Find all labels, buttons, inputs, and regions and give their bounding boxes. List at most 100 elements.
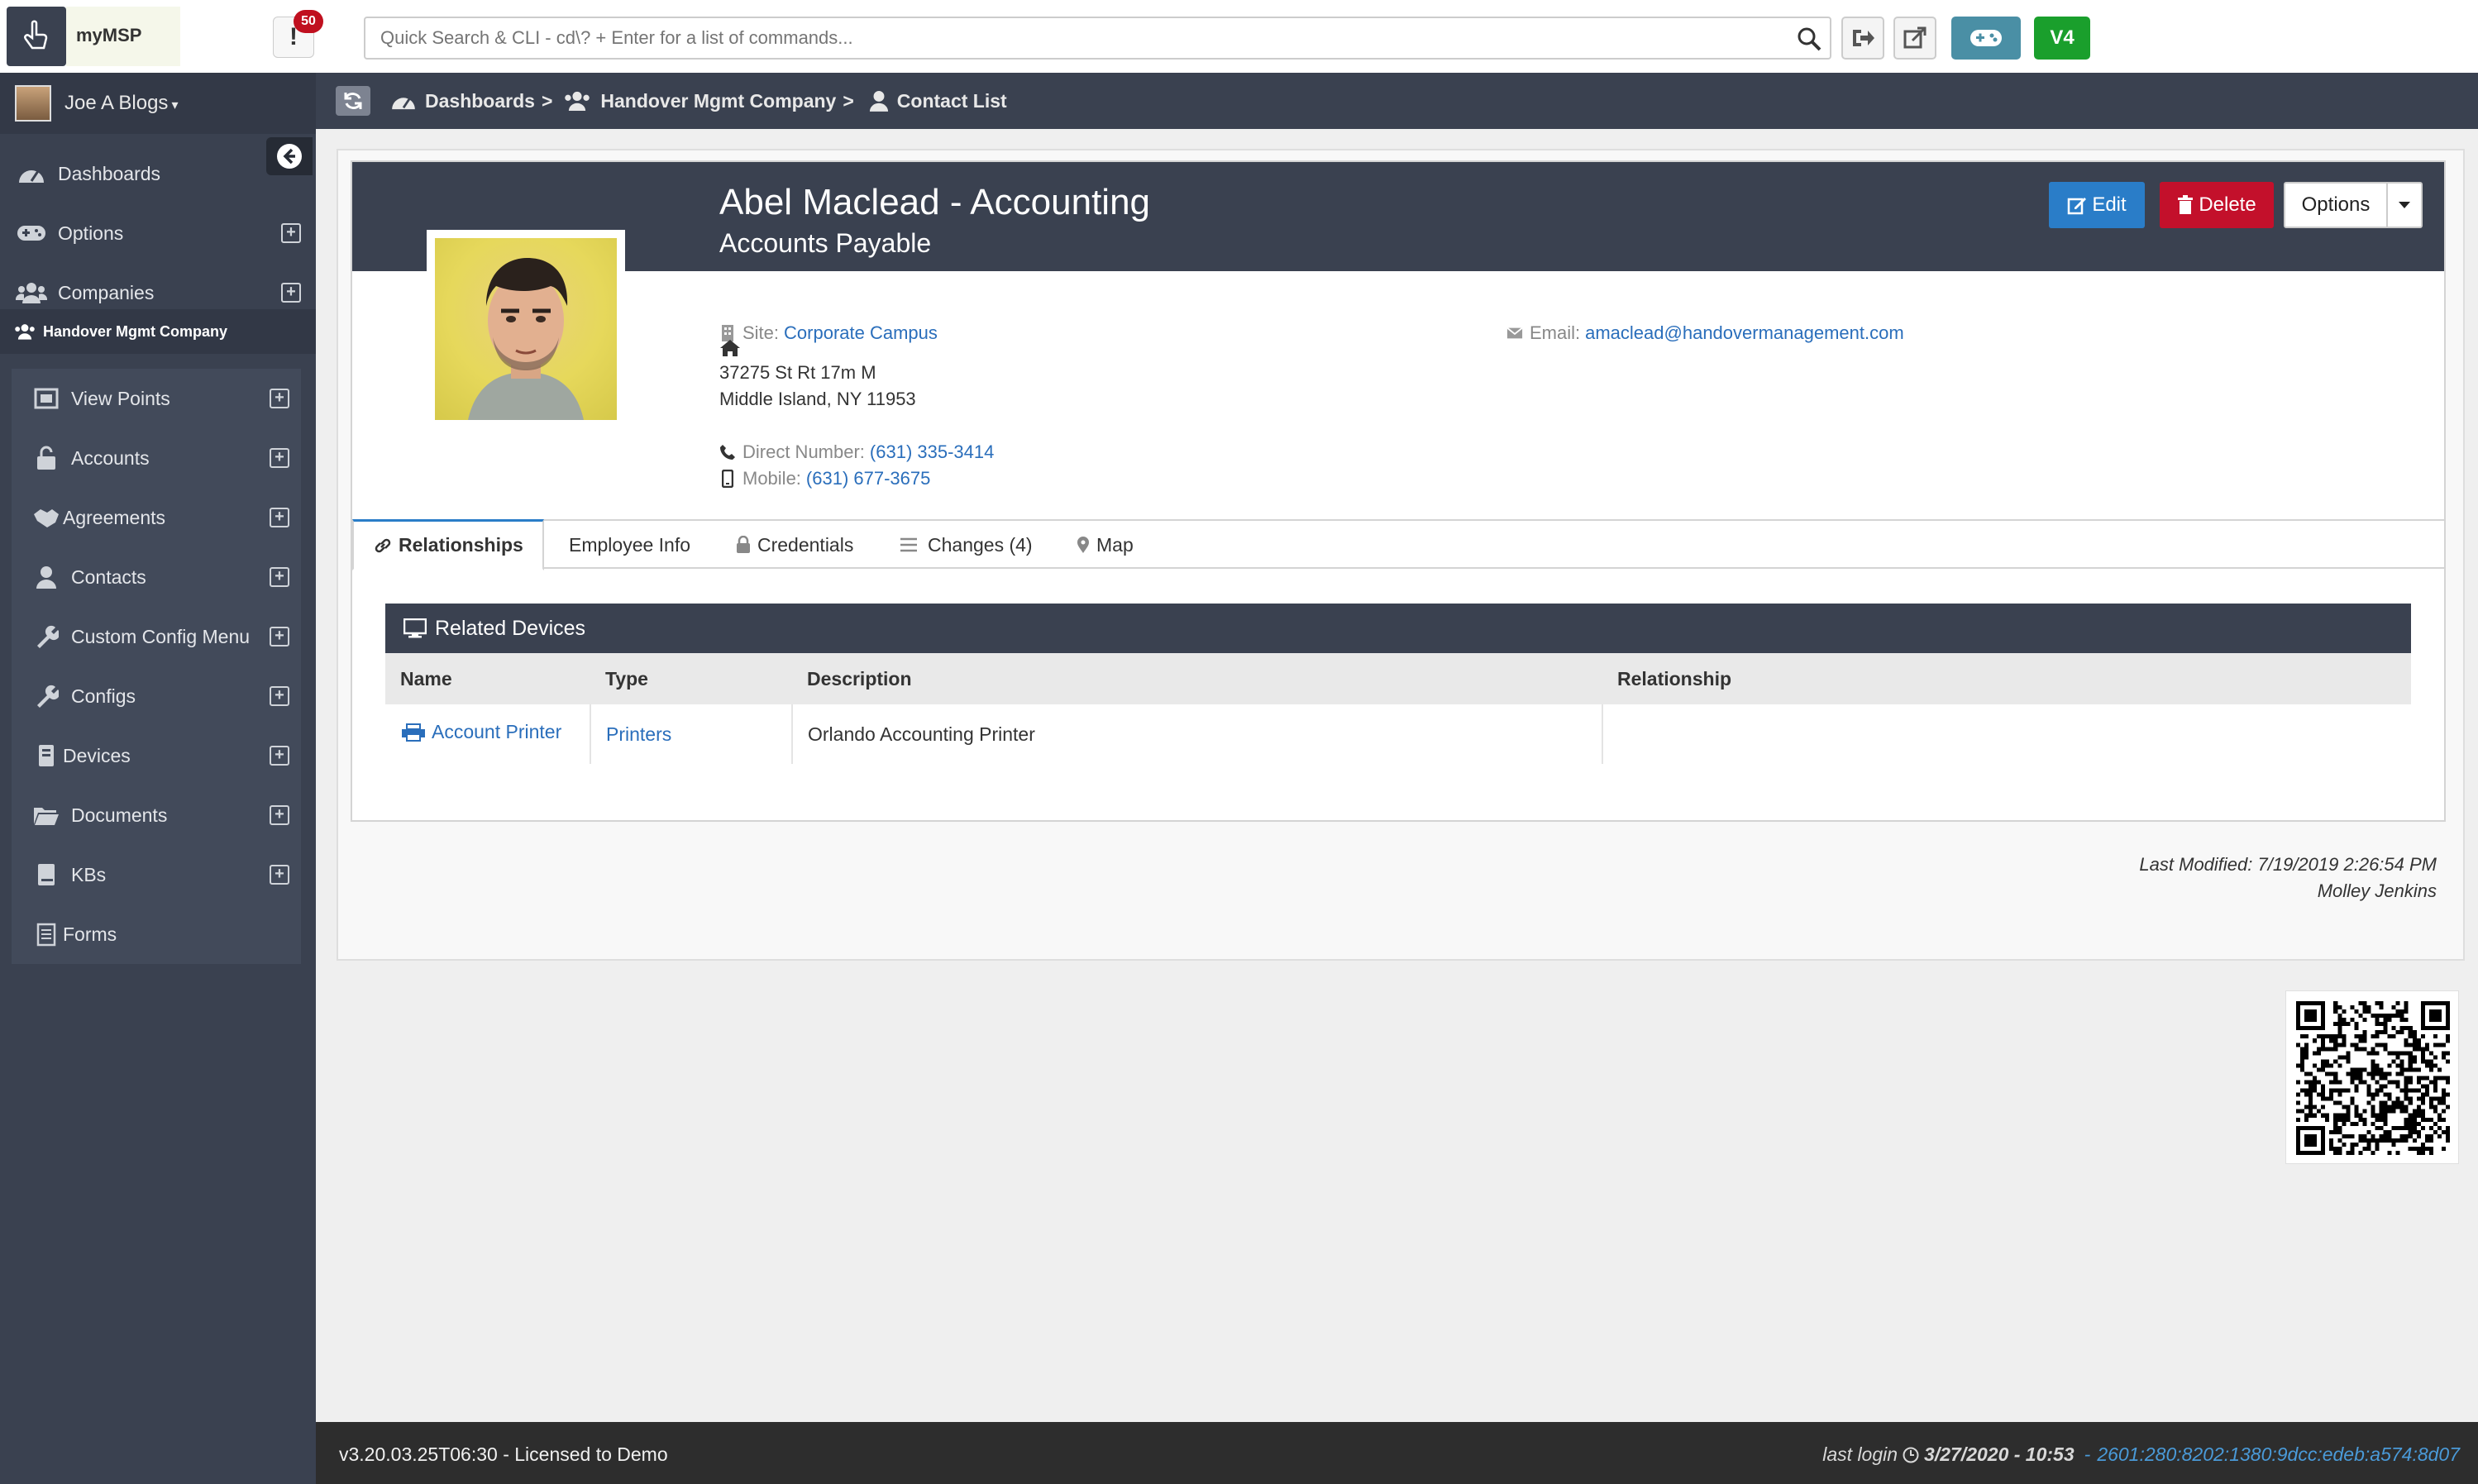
expand-plus-icon[interactable]: + — [281, 223, 301, 243]
devices-icon — [30, 743, 63, 768]
sidebar-company-header[interactable]: Handover Mgmt Company — [0, 309, 316, 354]
breadcrumb-company[interactable]: Handover Mgmt Company > — [562, 89, 854, 112]
breadcrumb-dashboards[interactable]: Dashboards > — [390, 90, 552, 112]
forms-icon — [30, 922, 63, 947]
version-v4-button[interactable]: V4 — [2034, 17, 2090, 60]
ip-address: 2601:280:8202:1380:9dcc:edeb:a574:8d07 — [2097, 1443, 2460, 1465]
gamepad-icon — [1970, 28, 2003, 48]
direct-phone-link[interactable]: (631) 335-3414 — [870, 441, 994, 463]
company-name: Handover Mgmt Company — [43, 322, 228, 340]
viewpoints-icon — [30, 388, 63, 409]
pointer-hand-icon[interactable] — [7, 7, 66, 66]
sidebar-item-label: View Points — [71, 387, 170, 409]
sidebar-item-configs[interactable]: Configs + — [12, 666, 301, 726]
sidebar-item-view-points[interactable]: View Points + — [12, 369, 301, 428]
expand-plus-icon[interactable]: + — [270, 686, 289, 706]
tab-employee-info[interactable]: Employee Info — [569, 519, 690, 570]
user-menu[interactable]: Joe A Blogs ▾ — [0, 73, 316, 134]
expand-plus-icon[interactable]: + — [270, 448, 289, 468]
expand-plus-icon[interactable]: + — [270, 865, 289, 885]
top-bar: myMSP ! 50 V4 — [0, 0, 2478, 73]
sidebar-item-accounts[interactable]: Accounts + — [12, 428, 301, 488]
breadcrumb-label: Contact List — [896, 89, 1007, 112]
breadcrumb-separator: > — [541, 89, 553, 112]
chevron-down-icon: ▾ — [171, 98, 179, 112]
sidebar-item-dashboards[interactable]: Dashboards — [0, 144, 316, 203]
tab-credentials[interactable]: Credentials — [736, 519, 853, 570]
sidebar-item-forms[interactable]: Forms — [12, 904, 301, 964]
logout-button[interactable] — [1841, 17, 1884, 60]
sidebar-item-label: Documents — [71, 804, 168, 826]
table-header-row: Name Type Description Relationship — [385, 653, 2411, 704]
contact-tabs: Relationships Employee Info Credentials … — [352, 519, 2444, 570]
refresh-button[interactable] — [336, 86, 370, 116]
contact-header: Abel Maclead - Accounting Accounts Payab… — [352, 162, 2444, 271]
expand-plus-icon[interactable]: + — [270, 627, 289, 647]
edit-label: Edit — [2092, 193, 2127, 216]
device-type-link[interactable]: Printers — [606, 723, 671, 745]
site-link[interactable]: Corporate Campus — [784, 322, 938, 344]
table-row: Account Printer Printers Orlando Account… — [385, 704, 2411, 764]
last-modified-date: Last Modified: 7/19/2019 2:26:54 PM — [2139, 854, 2437, 875]
search-input[interactable] — [365, 18, 1771, 58]
device-description-cell: Orlando Accounting Printer — [792, 704, 1603, 764]
avatar — [15, 85, 51, 122]
mobile-label: Mobile: — [742, 468, 801, 489]
expand-plus-icon[interactable]: + — [270, 389, 289, 408]
ip-prefix: - — [2084, 1443, 2091, 1465]
tab-label: Relationships — [399, 534, 523, 556]
wrench-icon — [30, 684, 63, 709]
options-button[interactable]: Options — [2284, 182, 2388, 228]
contact-card: Abel Maclead - Accounting Accounts Payab… — [351, 160, 2446, 822]
sidebar-item-kbs[interactable]: KBs + — [12, 845, 301, 904]
last-login-time: 3/27/2020 - 10:53 — [1924, 1443, 2075, 1465]
contact-photo — [435, 238, 617, 420]
device-name-link[interactable]: Account Printer — [432, 721, 561, 743]
column-header-type[interactable]: Type — [590, 653, 792, 704]
expand-plus-icon[interactable]: + — [270, 746, 289, 766]
expand-plus-icon[interactable]: + — [281, 283, 301, 303]
trash-icon — [2177, 195, 2194, 215]
external-link-button[interactable] — [1893, 17, 1936, 60]
expand-plus-icon[interactable]: + — [270, 805, 289, 825]
column-header-description[interactable]: Description — [792, 653, 1602, 704]
sidebar-item-documents[interactable]: Documents + — [12, 785, 301, 845]
sidebar-item-options[interactable]: Options + — [0, 203, 316, 263]
options-dropdown-toggle[interactable] — [2386, 182, 2423, 228]
users-icon — [15, 282, 48, 303]
expand-plus-icon[interactable]: + — [270, 567, 289, 587]
wrench-icon — [30, 624, 63, 649]
last-login-label: last login — [1822, 1443, 1898, 1465]
book-icon — [30, 862, 63, 887]
expand-plus-icon[interactable]: + — [270, 508, 289, 527]
contact-department: - Accounting — [949, 182, 1151, 222]
quick-search-box[interactable] — [364, 17, 1831, 60]
user-icon — [869, 90, 889, 112]
email-link[interactable]: amaclead@handovermanagement.com — [1585, 322, 1904, 344]
breadcrumb-contact-list[interactable]: Contact List — [869, 90, 1007, 112]
breadcrumb: Dashboards > Handover Mgmt Company > Con… — [316, 73, 2478, 129]
company-submenu: View Points + Accounts + Agreements + Co… — [12, 369, 301, 964]
app-logo-name[interactable]: myMSP — [66, 7, 180, 66]
breadcrumb-label: Handover Mgmt Company — [600, 89, 837, 112]
tab-map[interactable]: Map — [1077, 519, 1134, 570]
mobile-phone-link[interactable]: (631) 677-3675 — [806, 468, 930, 489]
sidebar-item-label: Devices — [63, 744, 131, 766]
sidebar-item-label: Dashboards — [58, 162, 161, 184]
column-header-name[interactable]: Name — [385, 653, 590, 704]
options-gamepad-button[interactable] — [1951, 17, 2021, 60]
sidebar-item-contacts[interactable]: Contacts + — [12, 547, 301, 607]
sidebar-item-label: Forms — [63, 923, 117, 945]
sidebar-item-custom-config-menu[interactable]: Custom Config Menu + — [12, 607, 301, 666]
delete-button[interactable]: Delete — [2160, 182, 2274, 228]
tab-changes[interactable]: Changes (4) — [900, 519, 1033, 570]
tab-relationships[interactable]: Relationships — [352, 519, 544, 570]
edit-button[interactable]: Edit — [2049, 182, 2145, 228]
column-header-relationship[interactable]: Relationship — [1602, 653, 2411, 704]
address-line-2: Middle Island, NY 11953 — [719, 389, 916, 409]
breadcrumb-label: Dashboards — [425, 89, 535, 112]
site-label: Site: — [742, 322, 780, 343]
search-icon[interactable] — [1797, 26, 1821, 51]
sidebar-item-devices[interactable]: Devices + — [12, 726, 301, 785]
sidebar-item-agreements[interactable]: Agreements + — [12, 488, 301, 547]
